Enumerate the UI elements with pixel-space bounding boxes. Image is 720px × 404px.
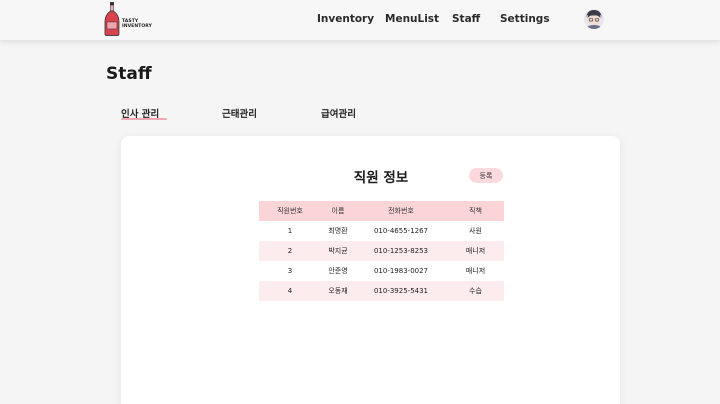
cell-name: 안준영 — [328, 267, 348, 275]
table-row[interactable]: 4 오동재 010-3925-5431 수습 — [259, 281, 504, 301]
bottle-logo-icon — [104, 2, 120, 36]
cell-position: 매니저 — [465, 267, 486, 275]
cell-phone: 010-4655-1267 — [373, 227, 429, 235]
header-phone: 전화번호 — [355, 201, 447, 221]
nav-menulist[interactable]: MenuList — [385, 13, 439, 25]
cell-staff-id: 2 — [259, 241, 321, 261]
tab-attendance[interactable]: 근태관리 — [222, 106, 257, 120]
nav-staff[interactable]: Staff — [452, 13, 480, 25]
cell-name: 최명환 — [328, 227, 348, 235]
header-position: 직책 — [447, 201, 504, 221]
cell-staff-id: 1 — [287, 227, 293, 235]
cell-staff-id: 4 — [259, 281, 321, 301]
nav-inventory[interactable]: Inventory — [317, 13, 374, 25]
header-name: 이름 — [321, 201, 355, 221]
header-staff-id: 직원번호 — [259, 201, 321, 221]
table-row[interactable]: 2 박지균 010-1253-8253 매니저 — [259, 241, 504, 261]
logo[interactable]: TASTY INVENTORY — [104, 2, 152, 36]
table-row[interactable]: 1 최명환 010-4655-1267 사원 — [259, 221, 504, 241]
tab-payroll[interactable]: 급여관리 — [321, 106, 356, 120]
top-navigation-bar: TASTY INVENTORY Inventory MenuList Staff… — [0, 0, 720, 40]
logo-text-line2: INVENTORY — [121, 24, 152, 29]
table-header-row: 직원번호 이름 전화번호 직책 — [259, 201, 504, 221]
user-avatar-icon[interactable] — [584, 9, 604, 29]
staff-info-card: 직원 정보 등록 직원번호 이름 전화번호 직책 1 최명환 010-4655-… — [121, 136, 620, 404]
cell-name: 박지균 — [321, 241, 355, 261]
cell-phone: 010-3925-5431 — [355, 281, 447, 301]
cell-position: 사원 — [469, 227, 482, 235]
active-tab-indicator — [121, 118, 167, 120]
cell-name: 오동재 — [321, 281, 355, 301]
cell-phone: 010-1983-0027 — [373, 267, 429, 275]
card-title: 직원 정보 — [353, 170, 409, 186]
cell-phone: 010-1253-8253 — [355, 241, 447, 261]
cell-position: 수습 — [447, 281, 504, 301]
staff-table: 직원번호 이름 전화번호 직책 1 최명환 010-4655-1267 사원 2… — [259, 201, 504, 301]
table-row[interactable]: 3 안준영 010-1983-0027 매니저 — [259, 261, 504, 281]
nav-settings[interactable]: Settings — [500, 13, 550, 25]
cell-position: 매니저 — [447, 241, 504, 261]
cell-staff-id: 3 — [287, 267, 293, 275]
register-button[interactable]: 등록 — [469, 168, 503, 183]
page-title: Staff — [106, 64, 152, 84]
